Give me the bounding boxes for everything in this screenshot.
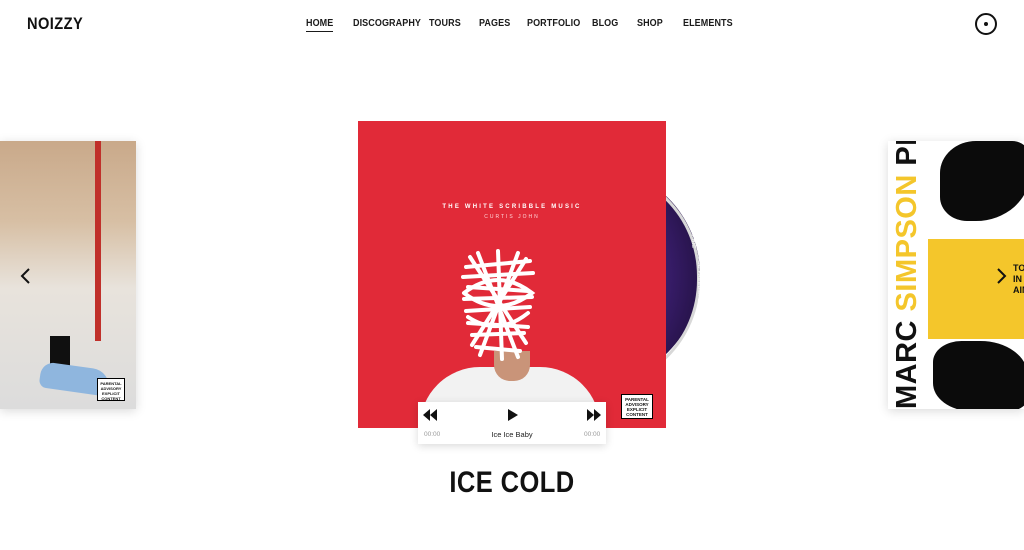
nav-item-pages[interactable]: PAGES [479, 18, 510, 31]
side-menu-button[interactable] [975, 13, 997, 35]
parental-advisory-badge: PARENTAL ADVISORY EXPLICIT CONTENT [621, 394, 653, 419]
song-title: Ice Ice Baby [491, 430, 533, 439]
nav-item-portfolio[interactable]: PORTFOLIO [527, 18, 580, 31]
cover-line-1: THE WHITE SCRIBBLE MUSIC [442, 204, 582, 210]
cover-line-2: CURTIS JOHN [484, 214, 540, 220]
nav-item-blog[interactable]: BLOG [592, 18, 618, 31]
previous-track-icon[interactable] [423, 408, 437, 421]
chevron-right-icon[interactable] [991, 266, 1011, 286]
parental-advisory-badge: PARENTAL ADVISORY EXPLICIT CONTENT [97, 378, 125, 401]
album-cover-center[interactable]: THE WHITE SCRIBBLE MUSIC CURTIS JOHN PAR… [358, 121, 666, 428]
track-duration: 00:00 [584, 431, 601, 438]
nav-item-home[interactable]: HOME [306, 18, 334, 32]
nav-item-elements[interactable]: ELEMENTS [683, 18, 733, 31]
cover-yellow-block [928, 239, 1024, 339]
audio-player: 00:00 Ice Ice Baby 00:00 [418, 402, 606, 444]
cover-brush-shape [933, 341, 1024, 409]
cover-title-part1: MARC [891, 311, 923, 409]
scribble-head-graphic [461, 249, 536, 361]
photo-fence [95, 141, 101, 341]
nav-item-shop[interactable]: SHOP [637, 18, 663, 31]
next-track-icon[interactable] [587, 408, 601, 421]
nav-item-discography[interactable]: DISCOGRAPHY [353, 18, 421, 31]
cover-title-part2: PROJECT [891, 141, 923, 174]
cover-brush-shape [940, 141, 1024, 221]
nav-item-tours[interactable]: TOURS [429, 18, 461, 31]
cover-title-highlight: SIMPSON [891, 174, 923, 312]
album-title[interactable]: ICE COLD [77, 466, 947, 500]
disc-label-text: COVER MOCK UP PSD FREEBIE. DESIGN BY PAR… [690, 208, 702, 330]
play-icon[interactable] [506, 408, 520, 421]
dot-icon [984, 22, 988, 26]
site-logo[interactable]: NOIZZY [27, 14, 83, 34]
cover-vertical-title: MARC SIMPSON PROJECT [890, 141, 924, 409]
cover-side-text: TOU IN AIN [1013, 263, 1024, 295]
chevron-left-icon[interactable] [16, 266, 36, 286]
